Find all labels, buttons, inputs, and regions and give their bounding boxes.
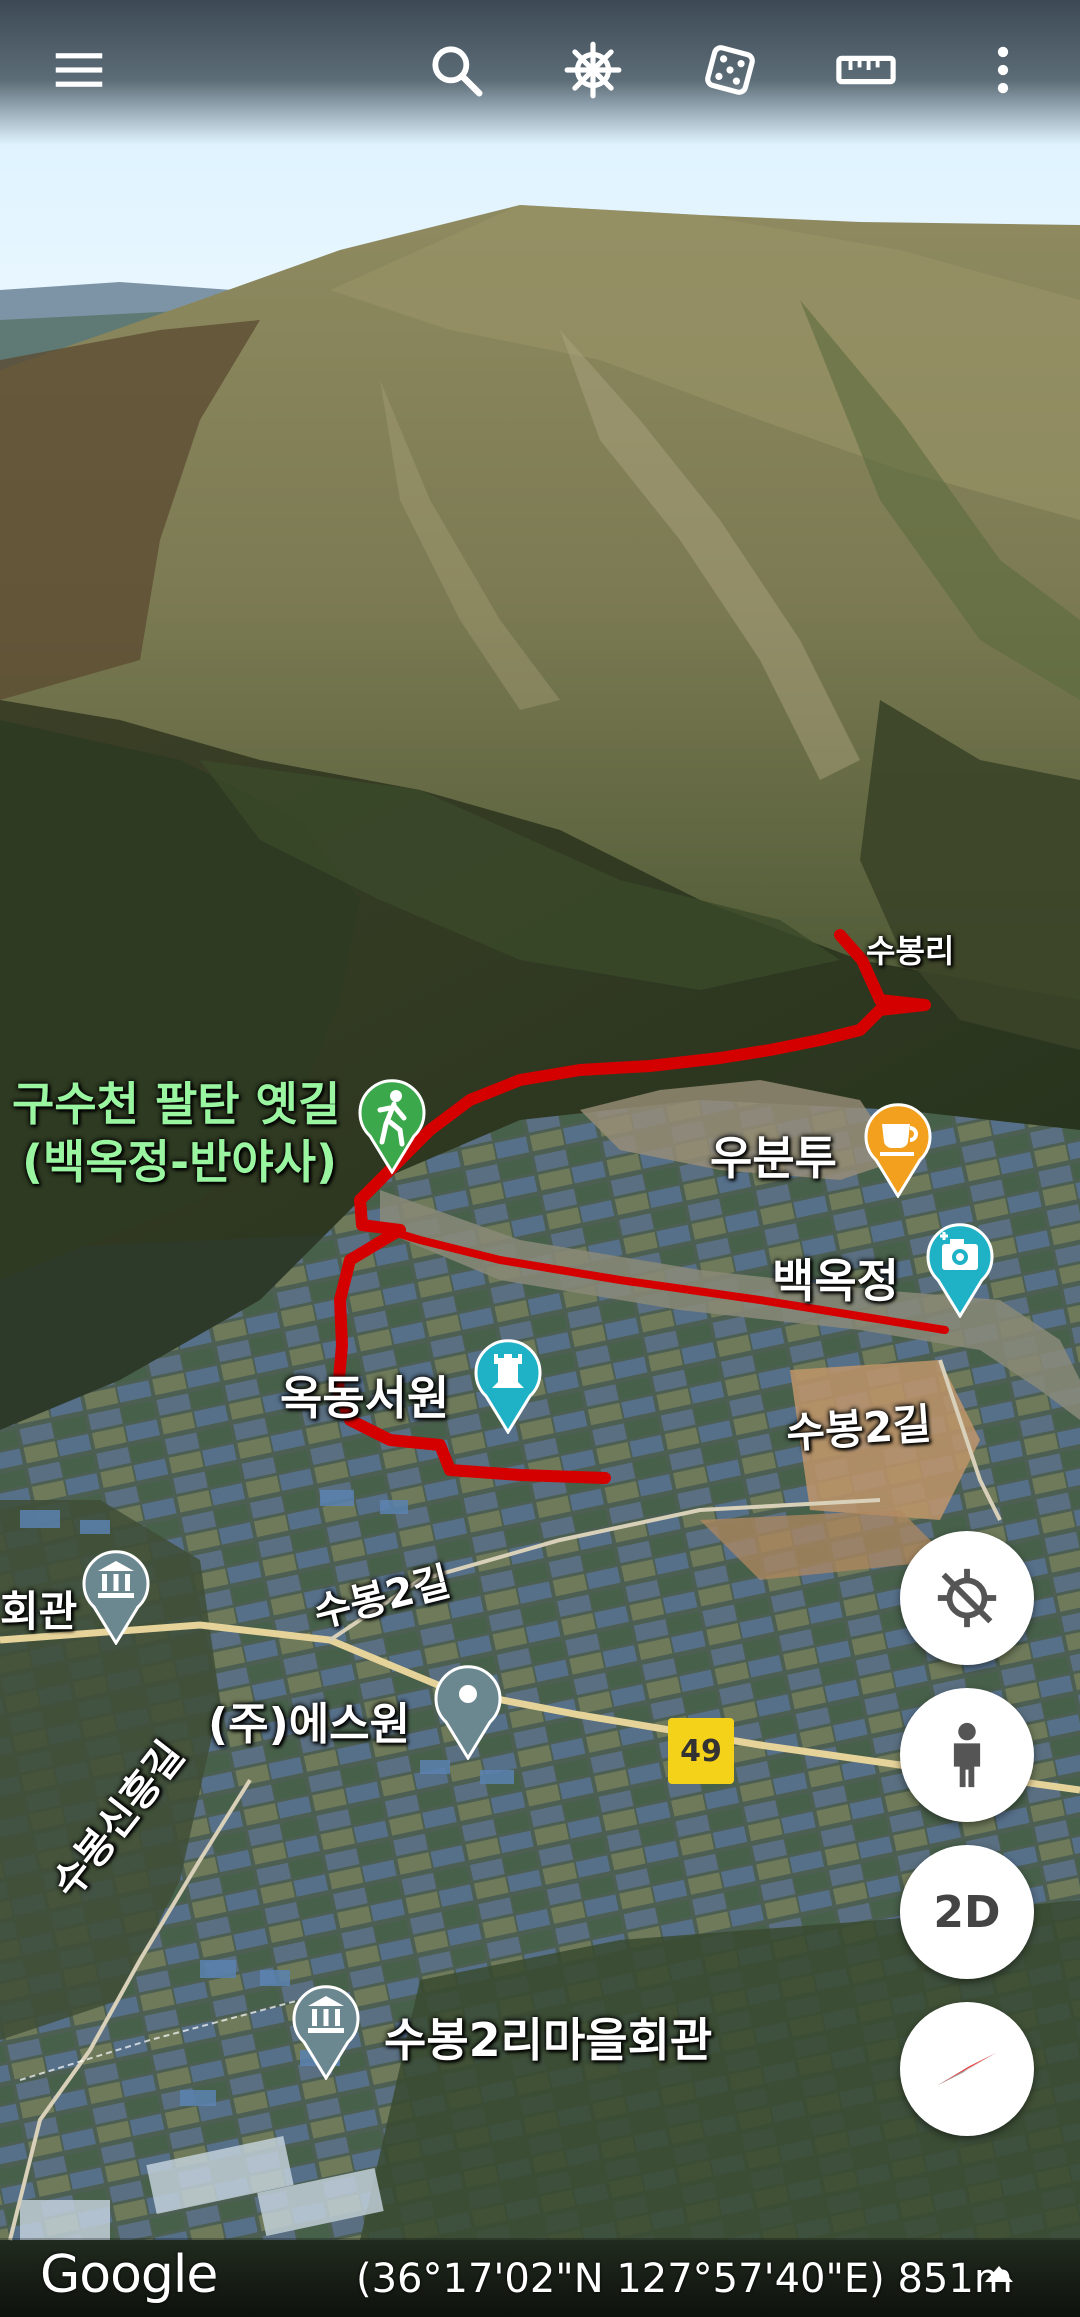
- ship-wheel-icon[interactable]: [545, 22, 641, 118]
- top-toolbar: [0, 0, 1080, 145]
- compass-icon: [937, 2052, 997, 2086]
- compass-button[interactable]: [900, 2002, 1034, 2136]
- place-label-ubuntu[interactable]: 우분투: [710, 1122, 837, 1188]
- hiking-pin-icon[interactable]: [356, 1074, 428, 1174]
- place-label-company[interactable]: (주)에스원: [208, 1688, 410, 1752]
- menu-icon[interactable]: [31, 22, 127, 118]
- place-label-trail-line2[interactable]: (백옥정-반야사): [22, 1126, 337, 1192]
- search-icon[interactable]: [408, 22, 504, 118]
- view-mode-label: 2D: [933, 1886, 1001, 1938]
- generic-pin-icon[interactable]: [432, 1660, 504, 1760]
- camera-pin-icon[interactable]: [924, 1218, 996, 1318]
- more-vertical-icon[interactable]: [955, 22, 1051, 118]
- place-label-hall-partial[interactable]: 회관: [0, 1578, 77, 1639]
- place-label-subong2ri-hall[interactable]: 수봉2리마을회관: [384, 2004, 712, 2070]
- institution-pin-icon-2[interactable]: [290, 1980, 362, 2080]
- coordinates-readout[interactable]: (36°17'02"N 127°57'40"E) 851m: [356, 2256, 1013, 2302]
- place-label-okdong-seowon[interactable]: 옥동서원: [280, 1362, 449, 1428]
- road-label-subong-2gil-right: 수봉2길: [784, 1398, 933, 1458]
- cafe-pin-icon[interactable]: [862, 1098, 934, 1198]
- institution-pin-icon[interactable]: [80, 1545, 152, 1645]
- view-mode-2d-button[interactable]: 2D: [900, 1845, 1034, 1979]
- place-label-trail-line1[interactable]: 구수천 팔탄 옛길: [12, 1068, 340, 1134]
- location-off-icon: [937, 1568, 997, 1628]
- dice-icon[interactable]: [682, 22, 778, 118]
- google-logo: Google: [40, 2245, 218, 2305]
- ruler-icon[interactable]: [818, 22, 914, 118]
- street-view-button[interactable]: [900, 1688, 1034, 1822]
- caret-up-icon[interactable]: [985, 2266, 1013, 2282]
- place-label-subong-ri[interactable]: 수봉리: [866, 926, 954, 972]
- location-off-button[interactable]: [900, 1531, 1034, 1665]
- landmark-pin-icon[interactable]: [472, 1334, 544, 1434]
- place-label-baekokjeong[interactable]: 백옥정: [772, 1245, 899, 1311]
- pegman-icon: [953, 1722, 981, 1788]
- road-number-badge: 49: [668, 1718, 734, 1784]
